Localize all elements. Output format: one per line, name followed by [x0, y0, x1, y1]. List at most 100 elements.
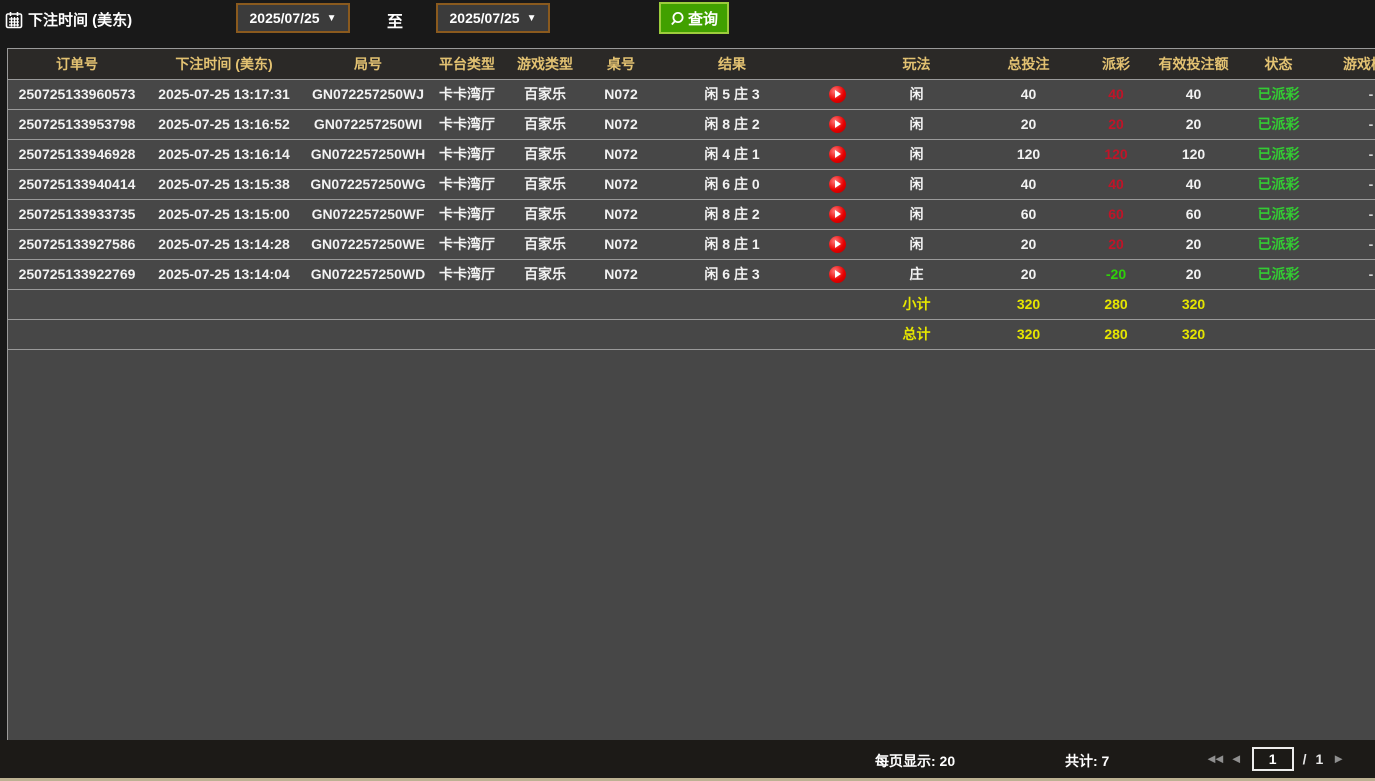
status-cell: 已派彩 [1241, 169, 1316, 199]
subtotal-row: 小计 320 280 320 [8, 289, 1375, 319]
bet-records-table: 订单号下注时间 (美东)局号平台类型游戏类型桌号结果玩法总投注派彩有效投注额状态… [8, 49, 1375, 350]
table-number-cell: N072 [590, 199, 652, 229]
status-cell: 已派彩 [1241, 259, 1316, 289]
valid-bet-cell: 20 [1146, 229, 1241, 259]
play-video-button[interactable] [829, 146, 846, 163]
payout-cell: 20 [1086, 109, 1146, 139]
bet-time-cell: 2025-07-25 13:17:31 [146, 79, 302, 109]
col-header-payout: 派彩 [1086, 49, 1146, 79]
col-header-valid-bet: 有效投注额 [1146, 49, 1241, 79]
pagination-bar: 每页显示: 20 共计: 7 ◄◄ ◄ / 1 ► [0, 740, 1375, 781]
game-type-cell: 百家乐 [500, 79, 590, 109]
table-row: 250725133953798 2025-07-25 13:16:52 GN07… [8, 109, 1375, 139]
replay-cell [812, 229, 862, 259]
play-video-button[interactable] [829, 116, 846, 133]
chevron-down-icon: ▼ [327, 13, 337, 24]
game-type-cell: 百家乐 [500, 139, 590, 169]
platform-type-cell: 卡卡湾厅 [434, 109, 500, 139]
play-video-button[interactable] [829, 176, 846, 193]
order-number-cell: 250725133953798 [8, 109, 146, 139]
play-video-button[interactable] [829, 86, 846, 103]
grand-total-label: 总计 [862, 319, 971, 349]
page-separator: / [1303, 751, 1307, 767]
game-type-cell: 百家乐 [500, 229, 590, 259]
col-header-platform: 平台类型 [434, 49, 500, 79]
valid-bet-cell: 60 [1146, 199, 1241, 229]
date-to-select[interactable]: 2025/07/25 ▼ [436, 3, 550, 33]
total-bet-cell: 20 [971, 229, 1086, 259]
game-mode-cell: - [1316, 229, 1375, 259]
payout-cell: 120 [1086, 139, 1146, 169]
order-number-cell: 250725133940414 [8, 169, 146, 199]
page-number-input[interactable] [1252, 747, 1294, 771]
round-number-cell: GN072257250WG [302, 169, 434, 199]
table-number-cell: N072 [590, 79, 652, 109]
status-cell: 已派彩 [1241, 109, 1316, 139]
game-mode-cell: - [1316, 109, 1375, 139]
play-icon [835, 240, 841, 248]
play-icon [835, 90, 841, 98]
play-video-button[interactable] [829, 206, 846, 223]
replay-cell [812, 259, 862, 289]
valid-bet-cell: 40 [1146, 79, 1241, 109]
table-number-cell: N072 [590, 169, 652, 199]
play-type-cell: 闲 [862, 169, 971, 199]
replay-cell [812, 79, 862, 109]
total-bet-cell: 20 [971, 109, 1086, 139]
platform-type-cell: 卡卡湾厅 [434, 139, 500, 169]
payout-cell: -20 [1086, 259, 1146, 289]
total-bet-cell: 20 [971, 259, 1086, 289]
table-body: 250725133960573 2025-07-25 13:17:31 GN07… [8, 79, 1375, 289]
bet-time-cell: 2025-07-25 13:15:00 [146, 199, 302, 229]
calendar-icon [5, 11, 23, 29]
status-cell: 已派彩 [1241, 199, 1316, 229]
valid-bet-cell: 20 [1146, 109, 1241, 139]
play-video-button[interactable] [829, 236, 846, 253]
valid-bet-cell: 20 [1146, 259, 1241, 289]
col-header-game: 游戏类型 [500, 49, 590, 79]
query-button[interactable]: 查询 [659, 2, 729, 34]
play-icon [835, 210, 841, 218]
round-number-cell: GN072257250WJ [302, 79, 434, 109]
col-header-table: 桌号 [590, 49, 652, 79]
order-number-cell: 250725133927586 [8, 229, 146, 259]
status-cell: 已派彩 [1241, 229, 1316, 259]
table-totals: 小计 320 280 320 总计 320 280 320 [8, 289, 1375, 349]
status-cell: 已派彩 [1241, 139, 1316, 169]
total-bet-cell: 60 [971, 199, 1086, 229]
order-number-cell: 250725133922769 [8, 259, 146, 289]
play-type-cell: 闲 [862, 79, 971, 109]
round-number-cell: GN072257250WD [302, 259, 434, 289]
platform-type-cell: 卡卡湾厅 [434, 229, 500, 259]
date-range-to-label: 至 [387, 8, 403, 32]
col-header-play [812, 49, 862, 79]
header-row: 订单号下注时间 (美东)局号平台类型游戏类型桌号结果玩法总投注派彩有效投注额状态… [8, 49, 1375, 79]
round-number-cell: GN072257250WH [302, 139, 434, 169]
play-icon [835, 180, 841, 188]
col-header-order: 订单号 [8, 49, 146, 79]
prev-page-button[interactable]: ◄ [1230, 746, 1243, 772]
col-header-game-mode: 游戏模式 [1316, 49, 1375, 79]
table-row: 250725133933735 2025-07-25 13:15:00 GN07… [8, 199, 1375, 229]
search-icon [670, 11, 685, 26]
total-count-label: 共计: 7 [1065, 751, 1109, 771]
order-number-cell: 250725133960573 [8, 79, 146, 109]
replay-cell [812, 139, 862, 169]
game-type-cell: 百家乐 [500, 259, 590, 289]
game-mode-cell: - [1316, 259, 1375, 289]
table-header: 订单号下注时间 (美东)局号平台类型游戏类型桌号结果玩法总投注派彩有效投注额状态… [8, 49, 1375, 79]
game-type-cell: 百家乐 [500, 199, 590, 229]
play-video-button[interactable] [829, 266, 846, 283]
replay-cell [812, 199, 862, 229]
query-button-label: 查询 [688, 8, 718, 29]
replay-cell [812, 109, 862, 139]
payout-cell: 20 [1086, 229, 1146, 259]
subtotal-label: 小计 [862, 289, 971, 319]
date-from-select[interactable]: 2025/07/25 ▼ [236, 3, 350, 33]
first-page-button[interactable]: ◄◄ [1205, 746, 1221, 772]
play-icon [835, 270, 841, 278]
valid-bet-cell: 40 [1146, 169, 1241, 199]
bet-records-table-container: 订单号下注时间 (美东)局号平台类型游戏类型桌号结果玩法总投注派彩有效投注额状态… [7, 48, 1375, 740]
next-page-button[interactable]: ► [1332, 746, 1345, 772]
game-mode-cell: - [1316, 139, 1375, 169]
